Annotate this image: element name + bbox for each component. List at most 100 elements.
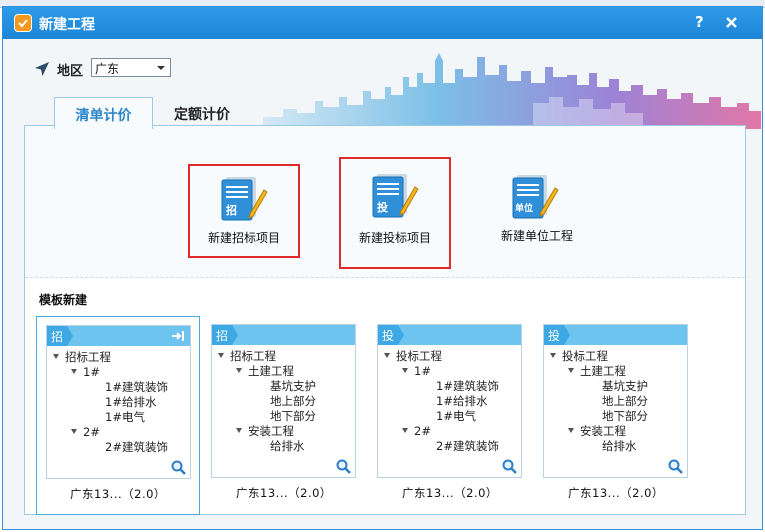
- tree-node-label: 土建工程: [248, 364, 294, 378]
- tree-node-label: 2#: [414, 424, 431, 438]
- expand-caret-icon[interactable]: [71, 429, 77, 434]
- search-icon[interactable]: [336, 459, 351, 474]
- tree-node[interactable]: 地下部分: [602, 409, 648, 424]
- tree-node[interactable]: 地下部分: [270, 409, 316, 424]
- tab-bill-pricing-label: 清单计价: [75, 108, 132, 124]
- template-header: 投: [544, 325, 687, 345]
- template-type-badge: 投: [544, 325, 571, 345]
- tree-node[interactable]: 给排水: [270, 439, 305, 454]
- tree-node[interactable]: 1#: [402, 364, 431, 379]
- region-label: 地区: [57, 64, 84, 79]
- tree-node-label: 地上部分: [270, 394, 316, 408]
- template-type-badge: 招: [212, 325, 239, 345]
- tree-node-label: 1#电气: [105, 410, 145, 424]
- template-footer: 广东13...（2.0）: [568, 486, 664, 500]
- tree-node[interactable]: 安装工程: [236, 424, 294, 439]
- tree-node[interactable]: 基坑支护: [602, 379, 648, 394]
- expand-caret-icon[interactable]: [402, 368, 408, 373]
- template-footer: 广东13...（2.0）: [236, 486, 332, 500]
- tree-node-label: 给排水: [270, 439, 305, 453]
- close-button[interactable]: [721, 10, 743, 34]
- tree-node[interactable]: 地上部分: [270, 394, 316, 409]
- tender-document-icon: 招: [221, 177, 268, 221]
- new-tender-project-label: 新建招标项目: [207, 231, 280, 245]
- search-icon[interactable]: [502, 459, 517, 474]
- tree-node-label: 安装工程: [580, 424, 626, 438]
- expand-caret-icon[interactable]: [568, 428, 574, 433]
- expand-caret-icon[interactable]: [550, 353, 556, 358]
- tree-node[interactable]: 土建工程: [568, 364, 626, 379]
- search-icon[interactable]: [668, 459, 683, 474]
- expand-caret-icon[interactable]: [568, 368, 574, 373]
- title-bar: 新建工程 ?: [3, 7, 762, 39]
- tree-node[interactable]: 2#: [71, 425, 100, 440]
- expand-caret-icon[interactable]: [218, 353, 224, 358]
- chevron-down-icon: [157, 66, 165, 70]
- tree-node-label: 招标工程: [230, 349, 276, 363]
- expand-caret-icon[interactable]: [53, 354, 59, 359]
- tree-node[interactable]: 2#建筑装饰: [436, 439, 499, 454]
- tree-node[interactable]: 地上部分: [602, 394, 648, 409]
- template-card[interactable]: 招招标工程 1# 1#建筑装饰 1#给排水 1#电气 2# 2#建筑装饰 广东13...（2.…: [36, 316, 200, 515]
- tree-node[interactable]: 投标工程: [384, 349, 442, 364]
- template-preview: 投投标工程 土建工程 基坑支护 地上部分 地下部分 安装工程 给排水: [543, 324, 688, 478]
- pin-icon[interactable]: [171, 330, 185, 342]
- expand-caret-icon[interactable]: [71, 369, 77, 374]
- tree-node[interactable]: 1#建筑装饰: [436, 379, 499, 394]
- tree-node[interactable]: 2#: [402, 424, 431, 439]
- template-type-badge: 投: [378, 325, 405, 345]
- tab-quota-pricing[interactable]: 定额计价: [155, 97, 249, 129]
- expand-caret-icon[interactable]: [402, 428, 408, 433]
- template-card[interactable]: 投投标工程 土建工程 基坑支护 地上部分 地下部分 安装工程 给排水广东13...（2.0）: [534, 316, 698, 515]
- tree-node[interactable]: 安装工程: [568, 424, 626, 439]
- bid-badge: 投: [377, 200, 388, 214]
- tree-node[interactable]: 招标工程: [218, 349, 276, 364]
- tree-node[interactable]: 给排水: [602, 439, 637, 454]
- tree-node[interactable]: 基坑支护: [270, 379, 316, 394]
- tree-node-label: 地下部分: [270, 409, 316, 423]
- tree-node[interactable]: 1#建筑装饰: [105, 380, 168, 395]
- tree-node-label: 给排水: [602, 439, 637, 453]
- close-icon: [726, 17, 737, 28]
- tree-node[interactable]: 1#: [71, 365, 100, 380]
- tree-node[interactable]: 招标工程: [53, 350, 111, 365]
- template-card[interactable]: 招招标工程 土建工程 基坑支护 地上部分 地下部分 安装工程 给排水广东13...（2.0）: [202, 316, 366, 515]
- tree-node-label: 1#给排水: [436, 394, 488, 408]
- region-select[interactable]: 广东: [91, 58, 171, 77]
- tree-node-label: 地上部分: [602, 394, 648, 408]
- tree-node[interactable]: 2#建筑装饰: [105, 440, 168, 455]
- template-preview: 招招标工程 土建工程 基坑支护 地上部分 地下部分 安装工程 给排水: [211, 324, 356, 478]
- tree-node-label: 招标工程: [65, 350, 111, 364]
- tree-node-label: 2#: [83, 425, 100, 439]
- new-unit-project-button[interactable]: 单位 新建单位工程: [481, 164, 593, 258]
- tree-node[interactable]: 1#给排水: [436, 394, 487, 409]
- tree-node-label: 2#建筑装饰: [436, 439, 499, 453]
- region-select-value: 广东: [95, 62, 120, 76]
- help-button[interactable]: ?: [695, 13, 704, 31]
- tree-node[interactable]: 土建工程: [236, 364, 294, 379]
- tree-node-label: 2#建筑装饰: [105, 440, 168, 454]
- bid-document-icon: 投: [372, 174, 419, 218]
- template-preview: 招招标工程 1# 1#建筑装饰 1#给排水 1#电气 2# 2#建筑装饰: [46, 325, 191, 479]
- template-header: 招: [47, 326, 190, 346]
- new-unit-project-label: 新建单位工程: [500, 229, 573, 243]
- tree-node[interactable]: 1#电气: [436, 409, 476, 424]
- search-icon[interactable]: [171, 460, 186, 475]
- tree-node-label: 基坑支护: [602, 379, 648, 393]
- template-header: 投: [378, 325, 521, 345]
- tree-node[interactable]: 1#电气: [105, 410, 145, 425]
- expand-caret-icon[interactable]: [384, 353, 390, 358]
- expand-caret-icon[interactable]: [236, 368, 242, 373]
- app-logo-icon: [14, 14, 32, 32]
- tender-badge: 招: [226, 203, 237, 217]
- tree-node[interactable]: 投标工程: [550, 349, 608, 364]
- expand-caret-icon[interactable]: [236, 428, 242, 433]
- new-bid-project-button[interactable]: 投 新建投标项目: [339, 157, 451, 269]
- unit-document-icon: 单位: [512, 175, 559, 219]
- tree-node[interactable]: 1#给排水: [105, 395, 156, 410]
- template-card[interactable]: 投投标工程 1# 1#建筑装饰 1#给排水 1#电气 2# 2#建筑装饰 广东13...（2.…: [368, 316, 532, 515]
- tab-bill-pricing[interactable]: 清单计价: [54, 97, 153, 129]
- new-tender-project-button[interactable]: 招 新建招标项目: [188, 164, 300, 258]
- unit-badge: 单位: [515, 202, 533, 214]
- tree-node-label: 投标工程: [396, 349, 442, 363]
